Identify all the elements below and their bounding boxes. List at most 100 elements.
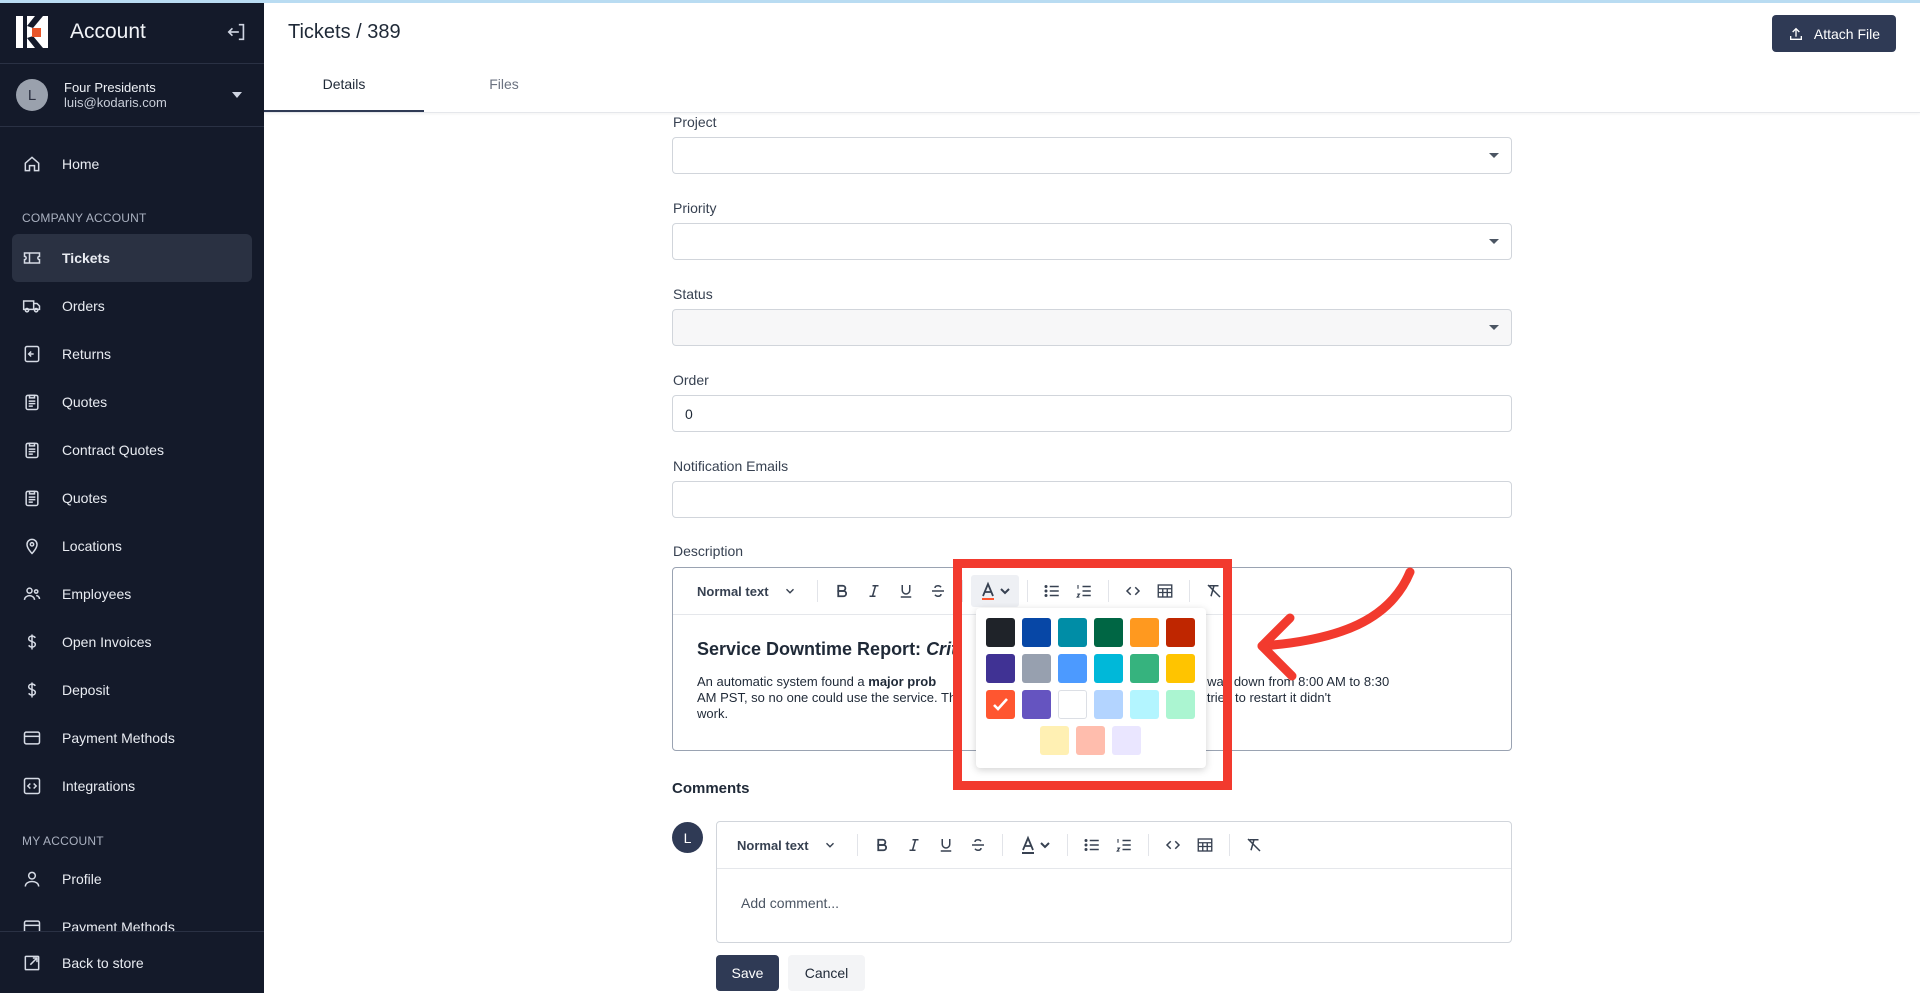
color-swatch-light-blue[interactable]	[1058, 654, 1087, 683]
priority-select[interactable]	[672, 223, 1512, 260]
sidebar-item-label: Contract Quotes	[62, 442, 164, 458]
color-swatch-pale-green[interactable]	[1166, 690, 1195, 719]
text-color-icon	[981, 581, 1010, 600]
sidebar-item-home[interactable]: Home	[12, 140, 252, 188]
sidebar-item-returns[interactable]: Returns	[12, 330, 252, 378]
text-color-icon	[1021, 835, 1050, 854]
kodaris-logo-icon[interactable]	[16, 15, 48, 48]
comment-block-type-select[interactable]: Normal text	[725, 838, 849, 853]
strikethrough-button[interactable]	[962, 829, 994, 861]
status-label: Status	[673, 286, 713, 302]
color-swatch-purple[interactable]	[986, 654, 1015, 683]
comment-editor[interactable]: Normal text Add comment...	[716, 821, 1512, 943]
cancel-button[interactable]: Cancel	[788, 955, 865, 991]
underline-button[interactable]	[890, 575, 922, 607]
sidebar-item-label: Open Invoices	[62, 634, 152, 650]
bullet-list-button[interactable]	[1036, 575, 1068, 607]
tab-files[interactable]: Files	[424, 74, 584, 112]
integrations-icon	[23, 777, 41, 795]
project-select[interactable]	[672, 137, 1512, 174]
heading-text: Service Downtime Report:	[697, 639, 927, 659]
sidebar-item-label: Tickets	[62, 250, 110, 266]
text-color-button[interactable]	[970, 575, 1019, 607]
user-switcher[interactable]: L Four Presidents luis@kodaris.com	[0, 64, 264, 127]
numbered-list-button[interactable]	[1068, 575, 1100, 607]
toolbar-divider	[1026, 580, 1028, 602]
color-swatch-light-green[interactable]	[1130, 654, 1159, 683]
code-button[interactable]	[1117, 575, 1149, 607]
color-swatch-green[interactable]	[1094, 618, 1123, 647]
ticket-icon	[23, 252, 41, 264]
save-button[interactable]: Save	[716, 955, 779, 991]
comment-input[interactable]: Add comment...	[717, 869, 1511, 937]
clear-formatting-button[interactable]	[1238, 829, 1270, 861]
block-type-select[interactable]: Normal text	[685, 584, 809, 599]
notification-emails-input[interactable]	[672, 481, 1512, 518]
numbered-list-button[interactable]	[1108, 829, 1140, 861]
color-swatch-red[interactable]	[1166, 618, 1195, 647]
order-input[interactable]: 0	[672, 395, 1512, 432]
color-swatch-dark[interactable]	[986, 618, 1015, 647]
sidebar-item-deposit[interactable]: Deposit	[12, 666, 252, 714]
attach-file-button[interactable]: Attach File	[1771, 15, 1896, 52]
color-swatch-pale-blue[interactable]	[1094, 690, 1123, 719]
color-swatch-teal[interactable]	[1058, 618, 1087, 647]
bullet-list-button[interactable]	[1076, 829, 1108, 861]
text-color-button[interactable]	[1011, 829, 1059, 861]
strikethrough-button[interactable]	[922, 575, 954, 607]
clear-formatting-icon	[1207, 584, 1221, 598]
chevron-down-icon	[825, 842, 834, 848]
numbered-list-icon	[1115, 839, 1131, 852]
sidebar-item-contract-quotes[interactable]: Contract Quotes	[12, 426, 252, 474]
logout-icon[interactable]	[226, 21, 248, 43]
underline-icon	[940, 839, 951, 852]
sidebar-item-quotes[interactable]: Quotes	[12, 378, 252, 426]
chevron-down-icon[interactable]	[232, 92, 242, 98]
comments-title: Comments	[672, 780, 750, 797]
color-swatch-pale-red[interactable]	[1076, 726, 1105, 755]
color-swatch-pale-purple[interactable]	[1112, 726, 1141, 755]
annotation-arrow-icon	[1257, 567, 1415, 681]
sidebar-item-locations[interactable]: Locations	[12, 522, 252, 570]
breadcrumb: Tickets / 389	[288, 21, 401, 43]
sidebar-footer: Back to store	[0, 931, 264, 993]
code-button[interactable]	[1157, 829, 1189, 861]
clear-formatting-button[interactable]	[1198, 575, 1230, 607]
sidebar-item-tickets[interactable]: Tickets	[12, 234, 252, 282]
bold-button[interactable]	[826, 575, 858, 607]
status-select[interactable]	[672, 309, 1512, 346]
tab-details[interactable]: Details	[264, 74, 424, 112]
dropdown-arrow-icon	[1489, 239, 1499, 244]
sidebar-item-integrations[interactable]: Integrations	[12, 762, 252, 810]
sidebar-item-label: Orders	[62, 298, 105, 314]
sidebar-item-label: Quotes	[62, 490, 108, 506]
bold-button[interactable]	[866, 829, 898, 861]
color-swatch-pale-cyan[interactable]	[1130, 690, 1159, 719]
color-swatch-violet[interactable]	[1022, 690, 1051, 719]
back-to-store-link[interactable]: Back to store	[12, 939, 252, 987]
section-company-account: COMPANY ACCOUNT	[22, 211, 147, 225]
sidebar-item-orders[interactable]: Orders	[12, 282, 252, 330]
sidebar-item-employees[interactable]: Employees	[12, 570, 252, 618]
credit-card-icon	[23, 731, 41, 745]
color-swatch-gray[interactable]	[1022, 654, 1051, 683]
color-swatch-cyan[interactable]	[1094, 654, 1123, 683]
table-button[interactable]	[1149, 575, 1181, 607]
sidebar-item-payment-methods[interactable]: Payment Methods	[12, 714, 252, 762]
clipboard-icon	[25, 490, 39, 507]
underline-button[interactable]	[930, 829, 962, 861]
bold-icon	[876, 838, 887, 852]
color-swatch-yellow[interactable]	[1166, 654, 1195, 683]
color-swatch-orange[interactable]	[1130, 618, 1159, 647]
sidebar-item-quotes-2[interactable]: Quotes	[12, 474, 252, 522]
sidebar-item-open-invoices[interactable]: Open Invoices	[12, 618, 252, 666]
table-button[interactable]	[1189, 829, 1221, 861]
color-swatch-white[interactable]	[1058, 690, 1087, 719]
italic-button[interactable]	[898, 829, 930, 861]
toolbar-divider	[1228, 834, 1230, 856]
italic-button[interactable]	[858, 575, 890, 607]
color-swatch-selected-red[interactable]	[986, 690, 1015, 719]
color-swatch-pale-yellow[interactable]	[1040, 726, 1069, 755]
color-swatch-blue[interactable]	[1022, 618, 1051, 647]
sidebar-item-profile[interactable]: Profile	[12, 855, 252, 903]
